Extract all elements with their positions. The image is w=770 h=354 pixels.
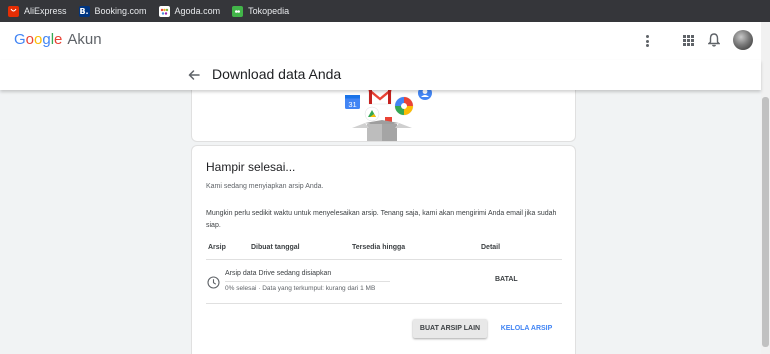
status-note: Mungkin perlu sedikit waktu untuk menyel…	[206, 210, 557, 229]
app-header: Google Akun	[0, 22, 761, 60]
scrollbar-thumb[interactable]	[762, 97, 769, 347]
archive-box-icon	[352, 120, 412, 141]
bookmarks-bar: AliExpress B. Booking.com Agoda.com Toko…	[0, 0, 770, 22]
aliexpress-icon	[8, 5, 19, 17]
tokopedia-icon	[232, 5, 244, 17]
logo-letter: e	[54, 31, 63, 48]
create-new-archive-button[interactable]: BUAT ARSIP LAIN	[413, 319, 487, 338]
archive-status-card: Hampir selesai... Kami sedang menyiapkan…	[191, 145, 576, 354]
photos-icon	[394, 96, 414, 116]
notifications-bell-icon[interactable]	[707, 33, 721, 52]
calendar-icon: 31	[345, 95, 360, 109]
drive-icon	[364, 106, 380, 122]
google-account-logo[interactable]: Google Akun	[14, 31, 102, 48]
user-avatar[interactable]	[733, 30, 753, 50]
manage-archives-button[interactable]: KELOLA ARSIP	[493, 319, 560, 338]
page-title: Download data Anda	[212, 66, 342, 82]
booking-icon: B.	[78, 5, 90, 17]
logo-letter: o	[25, 31, 35, 48]
logo-letter: G	[14, 31, 26, 48]
column-header-archive: Arsip	[208, 244, 226, 251]
svg-text:31: 31	[348, 100, 356, 109]
archive-name: Arsip data Drive sedang disiapkan	[225, 270, 332, 277]
illustration-card: 31	[191, 90, 576, 142]
takeout-illustration: 31	[345, 90, 432, 141]
back-arrow-icon[interactable]	[186, 67, 202, 83]
bookmark-agoda[interactable]: Agoda.com	[158, 5, 221, 17]
agoda-icon	[158, 5, 170, 17]
column-header-available-until: Tersedia hingga	[352, 244, 406, 251]
sub-header: Download data Anda	[0, 60, 761, 90]
column-header-detail: Detail	[481, 244, 501, 251]
status-heading: Hampir selesai...	[206, 160, 296, 174]
divider	[206, 259, 562, 260]
column-header-created: Dibuat tanggal	[251, 244, 300, 251]
contacts-icon	[418, 90, 432, 100]
logo-letter: o	[34, 31, 43, 48]
bookmark-tokopedia[interactable]: Tokopedia	[232, 5, 290, 17]
bookmark-booking[interactable]: B. Booking.com	[78, 5, 147, 17]
clock-icon	[207, 276, 220, 289]
more-options-icon[interactable]	[640, 33, 654, 49]
divider	[206, 303, 562, 304]
bookmark-label: AliExpress	[24, 6, 67, 16]
google-apps-icon[interactable]	[683, 35, 694, 46]
gmail-icon	[368, 90, 392, 105]
bookmark-label: Booking.com	[94, 6, 147, 16]
bookmark-aliexpress[interactable]: AliExpress	[8, 5, 67, 17]
app-name: Akun	[67, 31, 102, 48]
content-area: 31 Hampir selesai... Kami sedang menyiap…	[0, 90, 761, 354]
archive-progress-text: 0% selesai · Data yang terkumpul: kurang…	[225, 285, 376, 292]
status-intro: Kami sedang menyiapkan arsip Anda.	[206, 183, 324, 190]
logo-letter: g	[42, 31, 51, 48]
page-scrollbar[interactable]	[761, 22, 770, 354]
bookmark-label: Tokopedia	[248, 6, 290, 16]
archive-progress-bar	[225, 281, 390, 282]
cancel-button[interactable]: BATAL	[495, 276, 518, 283]
bookmark-label: Agoda.com	[174, 6, 221, 16]
